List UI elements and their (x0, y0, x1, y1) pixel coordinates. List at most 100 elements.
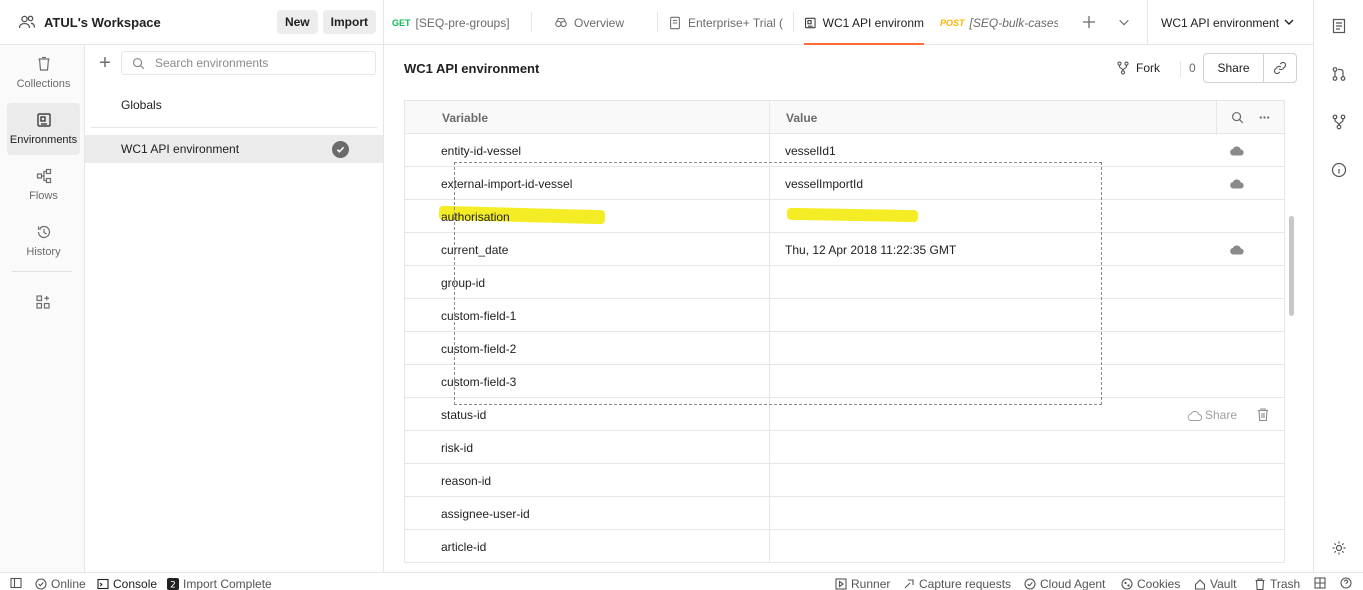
active-check-icon[interactable] (332, 141, 349, 158)
new-button[interactable]: New (276, 10, 318, 34)
trash-icon[interactable] (1257, 408, 1269, 421)
app-window: { "workspace": { "title": "ATUL's Worksp… (0, 0, 1363, 590)
document-icon (670, 16, 680, 29)
layout-icon[interactable] (1314, 577, 1326, 589)
globals-item[interactable]: Globals (121, 98, 162, 112)
tab-post-seq-bulk-cases[interactable]: POST [SEQ-bulk-cases (940, 0, 1058, 45)
table-row[interactable]: reason-id (404, 464, 1285, 497)
variable-cell[interactable]: authorisation (441, 210, 510, 224)
variable-cell[interactable]: custom-field-1 (441, 309, 516, 323)
sidebar-item-collections[interactable]: Collections (7, 47, 80, 99)
tab-overview[interactable]: Overview (532, 0, 658, 45)
search-icon[interactable] (1231, 111, 1244, 124)
table-row[interactable]: current_date Thu, 12 Apr 2018 11:22:35 G… (404, 233, 1285, 266)
value-cell[interactable]: vesselImportId (785, 177, 863, 191)
tab-wc1-api-environment[interactable]: WC1 API environm (804, 0, 924, 45)
divider (91, 127, 377, 128)
cloud-agent-button[interactable]: Cloud Agent (1024, 577, 1105, 590)
tab-label: [SEQ-pre-groups] (415, 15, 510, 30)
cloud-icon (1187, 410, 1202, 421)
cloud-icon[interactable] (1229, 244, 1244, 255)
console-button[interactable]: Console (97, 577, 157, 590)
tab-separator (793, 12, 794, 32)
fork-button[interactable]: Fork (1116, 61, 1160, 75)
tab-label: WC1 API environm (822, 15, 924, 30)
table-row[interactable]: risk-id (404, 431, 1285, 464)
share-button[interactable]: Share (1204, 54, 1264, 82)
search-input[interactable]: Search environments (121, 51, 376, 75)
pull-request-icon[interactable] (1331, 66, 1347, 82)
tab-label: [SEQ-bulk-cases (969, 15, 1058, 30)
info-icon[interactable] (1331, 162, 1347, 178)
toggle-sidebar-icon[interactable] (10, 577, 22, 589)
table-row[interactable]: custom-field-1 (404, 299, 1285, 332)
tab-get-seq-pre-groups[interactable]: GET [SEQ-pre-groups] (392, 0, 532, 45)
settings-icon[interactable] (1331, 540, 1347, 556)
online-status[interactable]: Online (35, 577, 86, 590)
table-row[interactable]: entity-id-vessel vesselId1 (404, 134, 1285, 167)
sidebar-item-label: History (26, 246, 61, 258)
table-row[interactable]: status-id Share (404, 398, 1285, 431)
sidebar-item-flows[interactable]: Flows (7, 159, 80, 211)
page-title[interactable]: WC1 API environment (404, 61, 539, 76)
trash-button[interactable]: Trash (1254, 577, 1300, 590)
variable-cell[interactable]: article-id (441, 540, 486, 554)
workspace-title[interactable]: ATUL's Workspace (44, 15, 277, 30)
vault-button[interactable]: Vault (1194, 577, 1236, 590)
table-row[interactable]: custom-field-3 (404, 365, 1285, 398)
import-badge-icon: 2 (167, 578, 179, 590)
column-divider (769, 497, 770, 530)
fork-icon[interactable] (1331, 114, 1347, 130)
table-row[interactable]: external-import-id-vessel vesselImportId (404, 167, 1285, 200)
fork-count[interactable]: 0 (1180, 61, 1196, 77)
table-row[interactable]: custom-field-2 (404, 332, 1285, 365)
variable-cell[interactable]: assignee-user-id (441, 507, 530, 521)
variable-cell[interactable]: status-id (441, 408, 486, 422)
capture-requests-button[interactable]: Capture requests (903, 577, 1011, 590)
cloud-agent-label: Cloud Agent (1040, 577, 1106, 590)
column-divider (769, 431, 770, 464)
environment-list-item[interactable]: WC1 API environment (85, 135, 383, 163)
documentation-icon[interactable] (1331, 18, 1347, 34)
column-divider (769, 398, 770, 431)
column-divider (769, 233, 770, 266)
value-cell[interactable]: Thu, 12 Apr 2018 11:22:35 GMT (785, 243, 956, 257)
variable-cell[interactable]: risk-id (441, 441, 473, 455)
runner-button[interactable]: Runner (835, 577, 890, 590)
copy-link-button[interactable] (1264, 61, 1296, 75)
vertical-scrollbar[interactable] (1289, 216, 1294, 316)
value-cell[interactable]: vesselId1 (785, 144, 836, 158)
help-icon[interactable] (1340, 577, 1352, 589)
variable-cell[interactable]: custom-field-2 (441, 342, 516, 356)
table-row[interactable]: authorisation (404, 200, 1285, 233)
vault-label: Vault (1210, 577, 1237, 590)
add-environment-button[interactable]: + (97, 53, 113, 73)
variable-cell[interactable]: reason-id (441, 474, 491, 488)
row-share-button[interactable]: Share (1187, 408, 1237, 422)
variable-cell[interactable]: group-id (441, 276, 485, 290)
table-row[interactable]: assignee-user-id (404, 497, 1285, 530)
sidebar-item-label: Flows (29, 190, 58, 202)
table-row[interactable]: article-id (404, 530, 1285, 563)
cookies-button[interactable]: Cookies (1121, 577, 1180, 590)
chevron-down-icon[interactable] (1117, 14, 1131, 30)
plus-icon[interactable] (1081, 14, 1097, 30)
sidebar-item-history[interactable]: History (7, 215, 80, 267)
tab-enterprise-trial[interactable]: Enterprise+ Trial ( (658, 0, 794, 45)
configure-sidebar-icon[interactable] (35, 294, 51, 310)
online-label: Online (51, 577, 86, 590)
sidebar-item-environments[interactable]: Environments (7, 103, 80, 155)
more-options-icon[interactable] (1258, 111, 1271, 124)
cloud-icon[interactable] (1229, 145, 1244, 156)
cloud-icon[interactable] (1229, 178, 1244, 189)
environment-selector[interactable]: WC1 API environment (1147, 0, 1313, 45)
method-badge: POST (940, 17, 965, 28)
variable-cell[interactable]: custom-field-3 (441, 375, 516, 389)
variable-cell[interactable]: current_date (441, 243, 508, 257)
variable-cell[interactable]: external-import-id-vessel (441, 177, 572, 191)
environments-icon (36, 113, 51, 127)
import-complete-status[interactable]: 2 Import Complete (167, 577, 272, 590)
table-row[interactable]: group-id (404, 266, 1285, 299)
import-button[interactable]: Import (322, 10, 376, 34)
variable-cell[interactable]: entity-id-vessel (441, 144, 521, 158)
